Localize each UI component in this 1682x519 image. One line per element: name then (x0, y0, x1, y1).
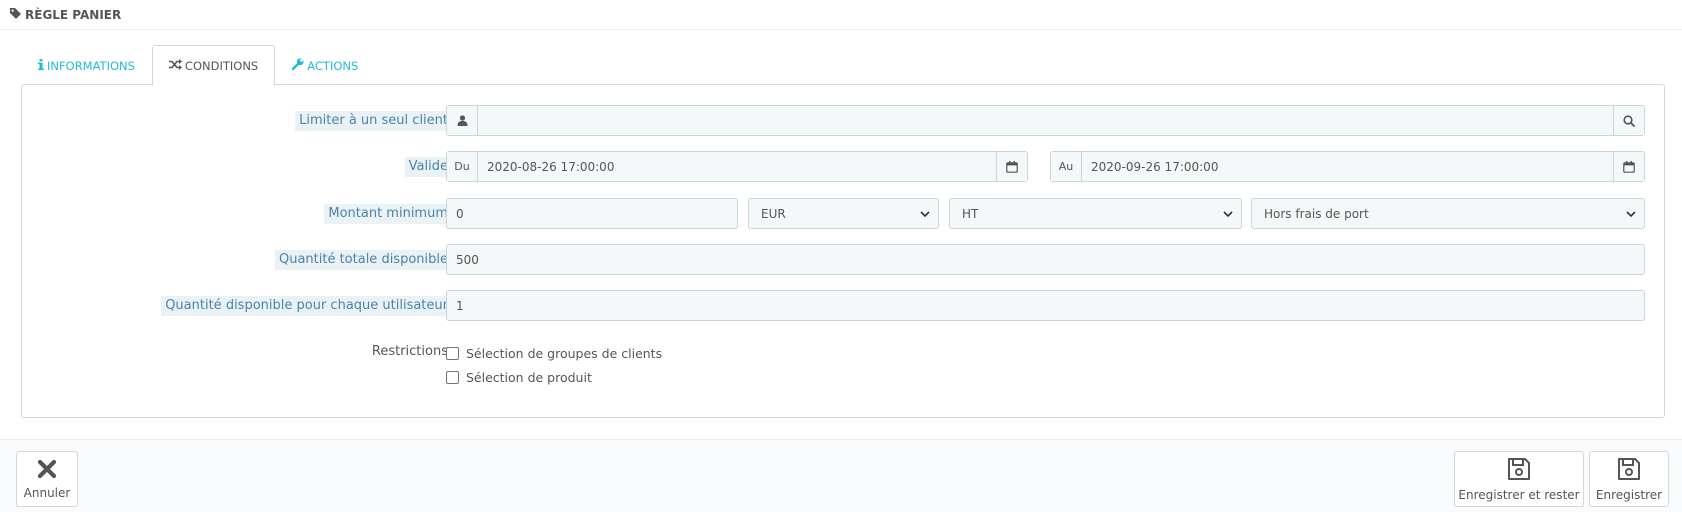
cancel-button[interactable]: Annuler (16, 451, 78, 507)
close-icon (37, 459, 57, 486)
tab-conditions-label: CONDITIONS (184, 58, 259, 73)
total-quantity-input[interactable]: 500 (446, 244, 1645, 275)
chevron-down-icon (1626, 207, 1636, 221)
tab-actions[interactable]: ACTIONS (275, 45, 375, 85)
conditions-form: Limiter à un seul client Valide Du 2020-… (21, 84, 1665, 418)
currency-select-value: EUR (761, 206, 786, 221)
panel-title: RÈGLE PANIER (25, 7, 122, 22)
shuffle-icon (168, 58, 185, 73)
quantity-per-user-input[interactable]: 1 (446, 290, 1645, 321)
wrench-icon (292, 58, 307, 73)
tax-select-value: HT (962, 206, 979, 221)
customer-groups-checkbox-label[interactable]: Sélection de groupes de clients (466, 346, 662, 361)
save-button[interactable]: Enregistrer (1589, 451, 1669, 507)
save-and-stay-label: Enregistrer et rester (1458, 487, 1580, 502)
total-quantity-label: Quantité totale disponible (274, 250, 452, 270)
minimum-amount-row: Montant minimum 0 EUR HT Hors frais de p… (22, 198, 1664, 229)
chevron-down-icon (920, 207, 930, 221)
info-icon (38, 58, 47, 73)
validity-label: Valide (404, 157, 452, 177)
customer-groups-checkbox[interactable] (446, 346, 459, 360)
minimum-amount-input[interactable]: 0 (446, 198, 738, 229)
quantity-per-user-row: Quantité disponible pour chaque utilisat… (22, 290, 1664, 321)
date-from-value[interactable]: 2020-08-26 17:00:00 (478, 160, 614, 174)
quantity-per-user-value[interactable]: 1 (447, 299, 464, 313)
floppy-disk-icon (1617, 457, 1641, 488)
date-to-prefix: Au (1051, 152, 1082, 181)
restrictions-row: Restrictions (22, 336, 1664, 367)
floppy-disk-icon (1507, 457, 1531, 488)
currency-select[interactable]: EUR (748, 198, 939, 229)
panel-footer: Annuler Enregistrer et rester Enregistre… (0, 439, 1682, 512)
tag-icon (10, 7, 25, 22)
tab-actions-label: ACTIONS (307, 58, 359, 73)
shipping-select[interactable]: Hors frais de port (1251, 198, 1645, 229)
tab-informations[interactable]: INFORMATIONS (21, 45, 152, 85)
minimum-amount-label: Montant minimum (324, 204, 452, 224)
chevron-down-icon (1223, 207, 1233, 221)
search-icon[interactable] (1613, 106, 1644, 135)
tab-informations-label: INFORMATIONS (47, 58, 135, 73)
cancel-button-label: Annuler (23, 485, 71, 500)
customer-search-field[interactable] (446, 105, 1645, 136)
customer-label: Limiter à un seul client (295, 111, 452, 131)
date-from-prefix: Du (447, 152, 478, 181)
products-checkbox[interactable] (446, 370, 459, 384)
user-icon (447, 106, 478, 135)
total-quantity-row: Quantité totale disponible 500 (22, 244, 1664, 275)
cart-rule-panel: RÈGLE PANIER INFORMATIONS CONDITIONS ACT… (0, 0, 1682, 512)
save-button-label: Enregistrer (1595, 487, 1663, 502)
calendar-icon[interactable] (1613, 152, 1644, 181)
shipping-select-value: Hors frais de port (1264, 206, 1369, 221)
quantity-per-user-label: Quantité disponible pour chaque utilisat… (161, 296, 452, 316)
customer-row: Limiter à un seul client (22, 105, 1664, 136)
date-from-field[interactable]: Du 2020-08-26 17:00:00 (446, 151, 1028, 182)
restriction-customer-groups[interactable]: Sélection de groupes de clients (446, 344, 662, 362)
total-quantity-value[interactable]: 500 (447, 253, 479, 267)
restriction-products[interactable]: Sélection de produit (446, 368, 592, 386)
panel-heading: RÈGLE PANIER (0, 0, 1682, 30)
tab-bar: INFORMATIONS CONDITIONS ACTIONS (21, 45, 375, 86)
restrictions-label: Restrictions (371, 344, 448, 359)
tax-select[interactable]: HT (949, 198, 1242, 229)
date-to-value[interactable]: 2020-09-26 17:00:00 (1082, 160, 1218, 174)
date-to-field[interactable]: Au 2020-09-26 17:00:00 (1050, 151, 1645, 182)
calendar-icon[interactable] (996, 152, 1027, 181)
tab-conditions[interactable]: CONDITIONS (151, 45, 276, 86)
products-checkbox-label[interactable]: Sélection de produit (466, 370, 592, 385)
save-and-stay-button[interactable]: Enregistrer et rester (1454, 451, 1584, 507)
minimum-amount-value[interactable]: 0 (447, 207, 464, 221)
validity-row: Valide Du 2020-08-26 17:00:00 Au 2020-09… (22, 151, 1664, 182)
